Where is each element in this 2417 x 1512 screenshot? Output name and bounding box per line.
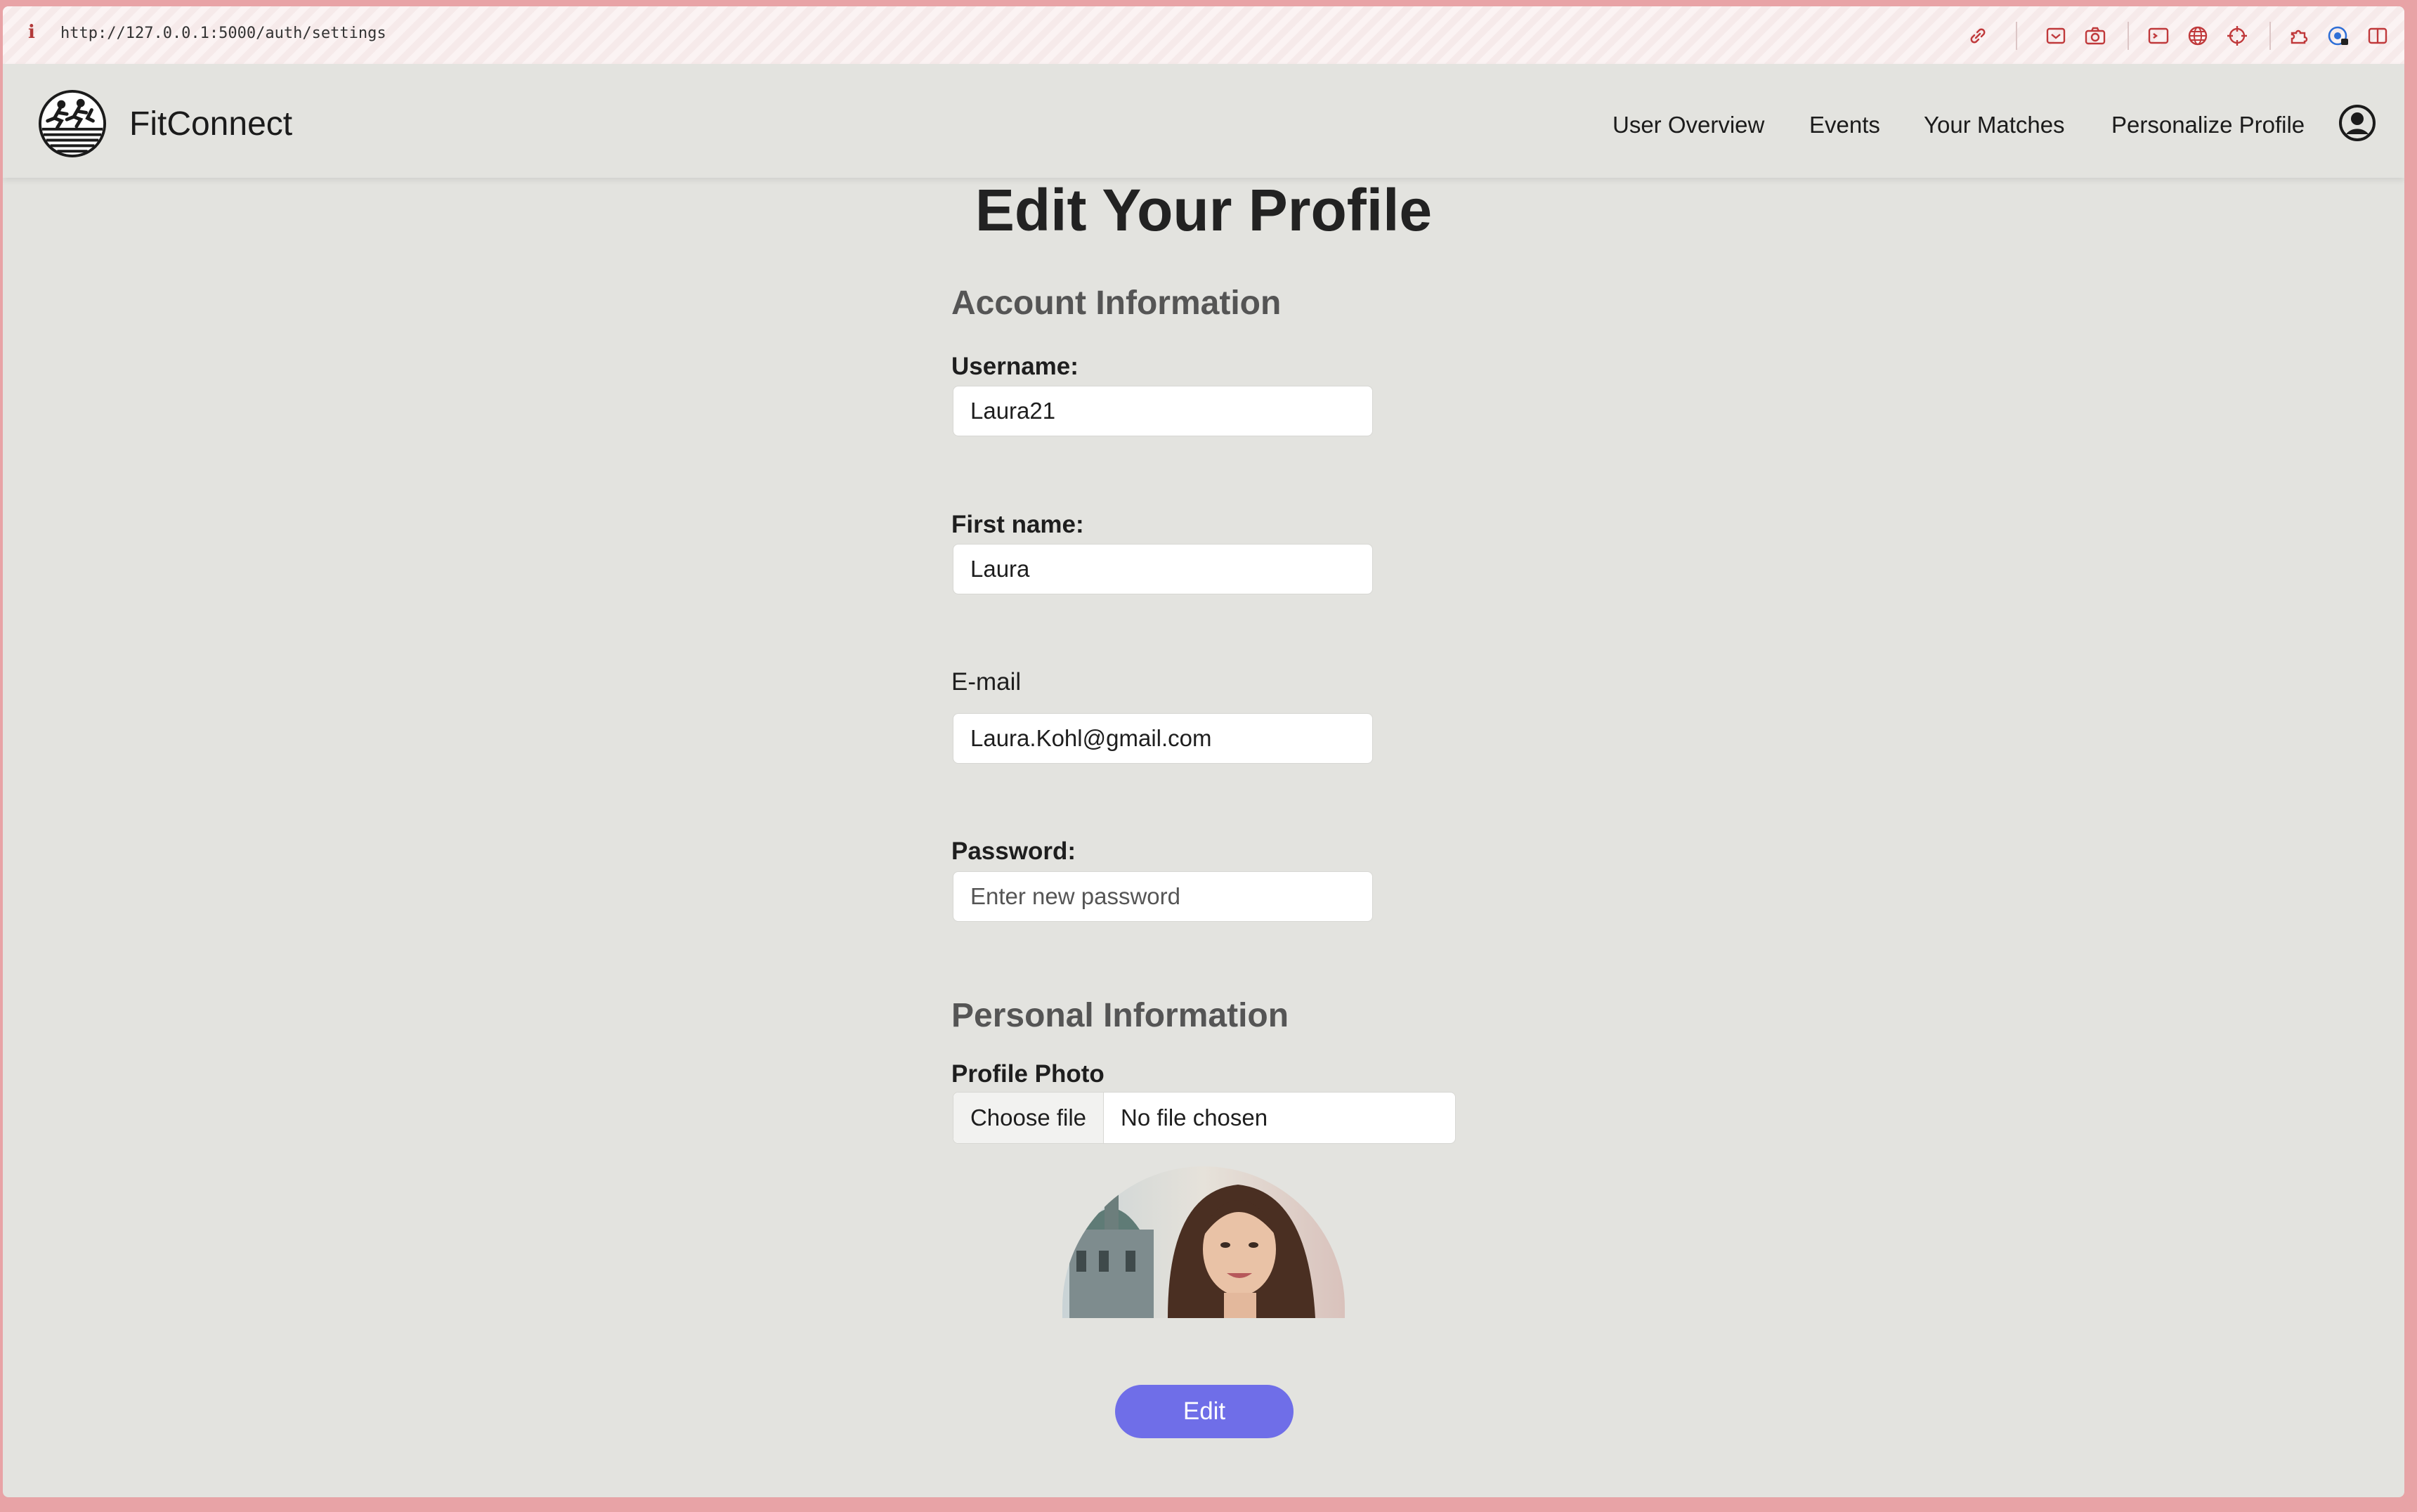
username-label: Username: [951, 353, 1079, 380]
file-status-text: No file chosen [1121, 1104, 1268, 1130]
nav-personalize-profile[interactable]: Personalize Profile [2111, 112, 2305, 138]
profile-photo-label: Profile Photo [951, 1060, 1105, 1088]
profile-photo [1062, 1166, 1345, 1318]
crosshair-icon[interactable] [2226, 25, 2248, 47]
page-title: Edit Your Profile [975, 177, 1433, 243]
nav-user-overview[interactable]: User Overview [1613, 112, 1764, 138]
navbar: FitConnect User Overview Events Your Mat… [3, 64, 2404, 178]
edit-button[interactable]: Edit [1115, 1385, 1294, 1438]
personal-section-heading: Personal Information [951, 997, 1289, 1034]
extensions-icon[interactable] [2288, 25, 2310, 47]
site-info-icon[interactable]: i [28, 22, 35, 43]
password-manager-icon[interactable] [2327, 25, 2350, 47]
pocket-icon[interactable] [2045, 25, 2067, 47]
link-icon[interactable] [1967, 25, 1989, 47]
globe-icon[interactable] [2187, 25, 2209, 47]
email-label: E-mail [951, 668, 1022, 696]
choose-file-button[interactable]: Choose file [953, 1093, 1104, 1143]
firstname-input[interactable]: Laura [953, 544, 1373, 594]
password-input[interactable]: Enter new password [953, 871, 1373, 922]
nav-your-matches[interactable]: Your Matches [1924, 112, 2065, 138]
sidebar-icon[interactable] [2366, 25, 2389, 47]
firstname-label: First name: [951, 511, 1084, 538]
password-label: Password: [951, 838, 1076, 865]
fitconnect-logo-icon[interactable] [38, 89, 107, 158]
nav-events[interactable]: Events [1809, 112, 1880, 138]
terminal-icon[interactable] [2147, 25, 2170, 47]
screenshot-icon[interactable] [2084, 25, 2106, 47]
address-bar[interactable]: i http://127.0.0.1:5000/auth/settings [3, 6, 2404, 65]
url-text[interactable]: http://127.0.0.1:5000/auth/settings [60, 25, 386, 42]
profile-photo-file-input[interactable]: Choose file No file chosen [953, 1092, 1456, 1144]
email-input[interactable]: Laura.Kohl@gmail.com [953, 713, 1373, 764]
browser-window: i http://127.0.0.1:5000/auth/settings Fi… [3, 6, 2404, 1497]
username-input[interactable]: Laura21 [953, 386, 1373, 436]
brand-name[interactable]: FitConnect [129, 105, 292, 143]
user-circle-icon[interactable] [2338, 103, 2377, 143]
account-section-heading: Account Information [951, 285, 1282, 322]
